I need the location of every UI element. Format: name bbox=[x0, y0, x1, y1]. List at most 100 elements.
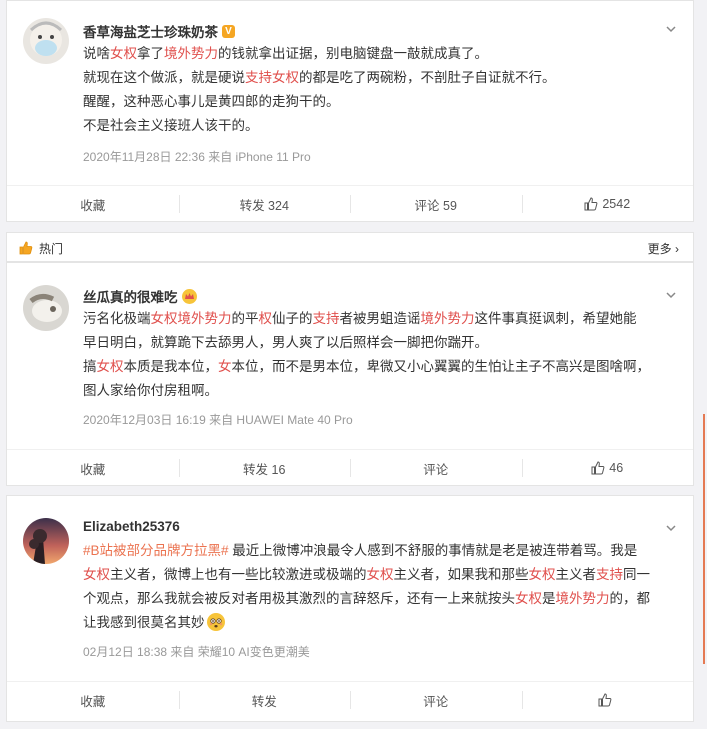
username-text[interactable]: Elizabeth25376 bbox=[83, 519, 180, 534]
collect-label: 收藏 bbox=[80, 462, 106, 477]
collect-label: 收藏 bbox=[80, 694, 106, 709]
post-text: 本质是我本位， bbox=[123, 359, 219, 374]
keyword-highlight: 境外势力 bbox=[164, 46, 218, 61]
like-count: 46 bbox=[609, 461, 624, 475]
post-text: 的都是吃了两碗粉，不剖肚子自证就不行。 bbox=[299, 70, 556, 85]
comment-button[interactable]: 评论 bbox=[350, 450, 522, 486]
username[interactable]: 香草海盐芝士珍珠奶茶 V bbox=[83, 21, 235, 41]
keyword-highlight: 女 bbox=[218, 359, 232, 374]
post-text: 说啥 bbox=[83, 46, 110, 61]
post-text: 仙子的 bbox=[272, 311, 313, 326]
post-meta[interactable]: 2020年11月28日 22:36 来自 iPhone 11 Pro bbox=[83, 148, 311, 165]
repost-button[interactable]: 转发 16 bbox=[178, 450, 351, 486]
post-card-3: Elizabeth25376 #B站被部分品牌方拉黑# 最近上微博冲浪最令人感到… bbox=[6, 495, 694, 722]
post-text: 主义者，如果我和那些 bbox=[393, 567, 529, 582]
flushed-face-emoji bbox=[206, 613, 225, 631]
like-button[interactable]: 46 bbox=[521, 450, 694, 486]
post-text: 早日明白，就算跪下去舔男人，男人爽了以后照样会一脚把你踹开。 bbox=[83, 335, 488, 350]
like-button[interactable]: 2542 bbox=[521, 186, 694, 222]
keyword-highlight: 女权境外势力 bbox=[150, 311, 232, 326]
post-line: 女权主义者，微博上也有一些比较激进或极端的女权主义者，如果我和那些女权主义者支持… bbox=[83, 563, 675, 587]
post-body: 说啥女权拿了境外势力的钱就拿出证据，别电脑键盘一敲就成真了。 就现在这个做派，就… bbox=[83, 42, 675, 138]
post-card-1: 香草海盐芝士珍珠奶茶 V 说啥女权拿了境外势力的钱就拿出证据，别电脑键盘一敲就成… bbox=[6, 0, 694, 222]
keyword-highlight: 女权 bbox=[83, 567, 110, 582]
repost-label: 转发 bbox=[251, 694, 277, 709]
comment-label: 评论 bbox=[423, 694, 449, 709]
hot-label: 热门 bbox=[39, 242, 64, 256]
avatar[interactable] bbox=[23, 518, 69, 564]
post-line: 说啥女权拿了境外势力的钱就拿出证据，别电脑键盘一敲就成真了。 bbox=[83, 42, 675, 66]
username[interactable]: 丝瓜真的很难吃 bbox=[83, 286, 197, 306]
repost-label: 转发 324 bbox=[239, 198, 289, 213]
avatar[interactable] bbox=[23, 18, 69, 64]
post-text: 最近上微博冲浪最令人感到不舒服的事情就是老是被连带着骂。我是 bbox=[228, 543, 638, 558]
post-line: 不是社会主义接班人该干的。 bbox=[83, 114, 675, 138]
post-text: 醒醒，这种恶心事儿是黄四郎的走狗干的。 bbox=[83, 94, 340, 109]
post-line: 污名化极端女权境外势力的平权仙子的支持者被男蛆造谣境外势力这件事真挺讽刺，希望她… bbox=[83, 307, 675, 331]
more-label: 更多 bbox=[647, 242, 672, 256]
post-body: #B站被部分品牌方拉黑# 最近上微博冲浪最令人感到不舒服的事情就是老是被连带着骂… bbox=[83, 539, 675, 635]
chevron-down-icon[interactable] bbox=[665, 289, 677, 301]
post-text: 污名化极端 bbox=[83, 311, 151, 326]
repost-button[interactable]: 转发 324 bbox=[178, 186, 351, 222]
collect-button[interactable]: 收藏 bbox=[7, 450, 179, 486]
keyword-highlight: 支持女权 bbox=[245, 70, 299, 85]
post-line: 让我感到很莫名其妙 bbox=[83, 611, 675, 635]
verified-badge-icon: V bbox=[222, 24, 235, 38]
keyword-highlight: 女权 bbox=[96, 359, 124, 374]
keyword-highlight: 女权 bbox=[110, 46, 137, 61]
like-count: 2542 bbox=[602, 197, 631, 211]
keyword-highlight: 境外势力 bbox=[420, 311, 475, 326]
repost-button[interactable]: 转发 bbox=[178, 682, 351, 718]
action-bar: 收藏 转发 324 评论 59 2542 bbox=[7, 185, 693, 222]
avatar[interactable] bbox=[23, 285, 69, 331]
keyword-highlight: 境外势力 bbox=[555, 591, 610, 606]
comment-label: 评论 59 bbox=[414, 198, 457, 213]
username-text[interactable]: 丝瓜真的很难吃 bbox=[83, 286, 178, 306]
like-hand-icon bbox=[19, 241, 33, 255]
post-line: 早日明白，就算跪下去舔男人，男人爽了以后照样会一脚把你踹开。 bbox=[83, 331, 675, 355]
action-bar: 收藏 转发 评论 bbox=[7, 681, 693, 718]
like-button[interactable] bbox=[521, 682, 694, 718]
hashtag-link[interactable]: #B站被部分品牌方拉黑# bbox=[83, 543, 229, 558]
username-text[interactable]: 香草海盐芝士珍珠奶茶 bbox=[83, 21, 218, 41]
chevron-down-icon[interactable] bbox=[665, 522, 677, 534]
post-meta[interactable]: 2020年12月03日 16:19 来自 HUAWEI Mate 40 Pro bbox=[83, 411, 353, 428]
post-text: 的，都 bbox=[609, 591, 651, 606]
chevron-right-icon: › bbox=[675, 242, 679, 256]
post-line: 醒醒，这种恶心事儿是黄四郎的走狗干的。 bbox=[83, 90, 675, 114]
post-text: 搞 bbox=[83, 359, 97, 374]
post-text: 不是社会主义接班人该干的。 bbox=[83, 118, 259, 133]
post-text: 是 bbox=[542, 591, 556, 606]
post-line: 搞女权本质是我本位，女本位，而不是男本位，卑微又小心翼翼的生怕让主子不高兴是图啥… bbox=[83, 355, 675, 379]
collect-button[interactable]: 收藏 bbox=[7, 186, 179, 222]
username[interactable]: Elizabeth25376 bbox=[83, 519, 180, 534]
keyword-highlight: 女权 bbox=[515, 591, 542, 606]
post-text: 的平 bbox=[231, 311, 259, 326]
more-link[interactable]: 更多 › bbox=[648, 240, 679, 257]
keyword-highlight: 支持 bbox=[312, 311, 340, 326]
post-text: 这件事真挺讽刺，希望她能 bbox=[474, 311, 637, 326]
collect-button[interactable]: 收藏 bbox=[7, 682, 179, 718]
collect-label: 收藏 bbox=[80, 198, 106, 213]
post-text: 同一 bbox=[623, 567, 650, 582]
post-text: 让我感到很莫名其妙 bbox=[83, 615, 205, 630]
post-text: 的钱就拿出证据，别电脑键盘一敲就成真了。 bbox=[218, 46, 488, 61]
scroll-indicator[interactable] bbox=[703, 414, 705, 664]
post-text: 就现在这个做派，就是硬说 bbox=[83, 70, 245, 85]
repost-label: 转发 16 bbox=[243, 462, 286, 477]
post-line: 个观点，那么我就会被反对者用极其激烈的言辞怒斥，还有一上来就按头女权是境外势力的… bbox=[83, 587, 675, 611]
comment-button[interactable]: 评论 59 bbox=[350, 186, 522, 222]
post-line: #B站被部分品牌方拉黑# 最近上微博冲浪最令人感到不舒服的事情就是老是被连带着骂… bbox=[83, 539, 675, 563]
post-text: 主义者 bbox=[555, 567, 597, 582]
keyword-highlight: 女权 bbox=[366, 567, 394, 582]
thumbs-up-icon bbox=[598, 693, 612, 707]
chevron-down-icon[interactable] bbox=[665, 23, 677, 35]
post-text: 拿了 bbox=[137, 46, 164, 61]
thumbs-up-icon bbox=[584, 197, 598, 211]
post-meta[interactable]: 02月12日 18:38 来自 荣耀10 AI变色更潮美 bbox=[83, 643, 310, 660]
post-card-2: 丝瓜真的很难吃 污名化极端女权境外势力的平权仙子的支持者被男蛆造谣境外势力这件事… bbox=[6, 262, 694, 486]
comment-button[interactable]: 评论 bbox=[350, 682, 522, 718]
post-line: 图人家给你付房租啊。 bbox=[83, 379, 675, 403]
post-line: 就现在这个做派，就是硬说支持女权的都是吃了两碗粉，不剖肚子自证就不行。 bbox=[83, 66, 675, 90]
